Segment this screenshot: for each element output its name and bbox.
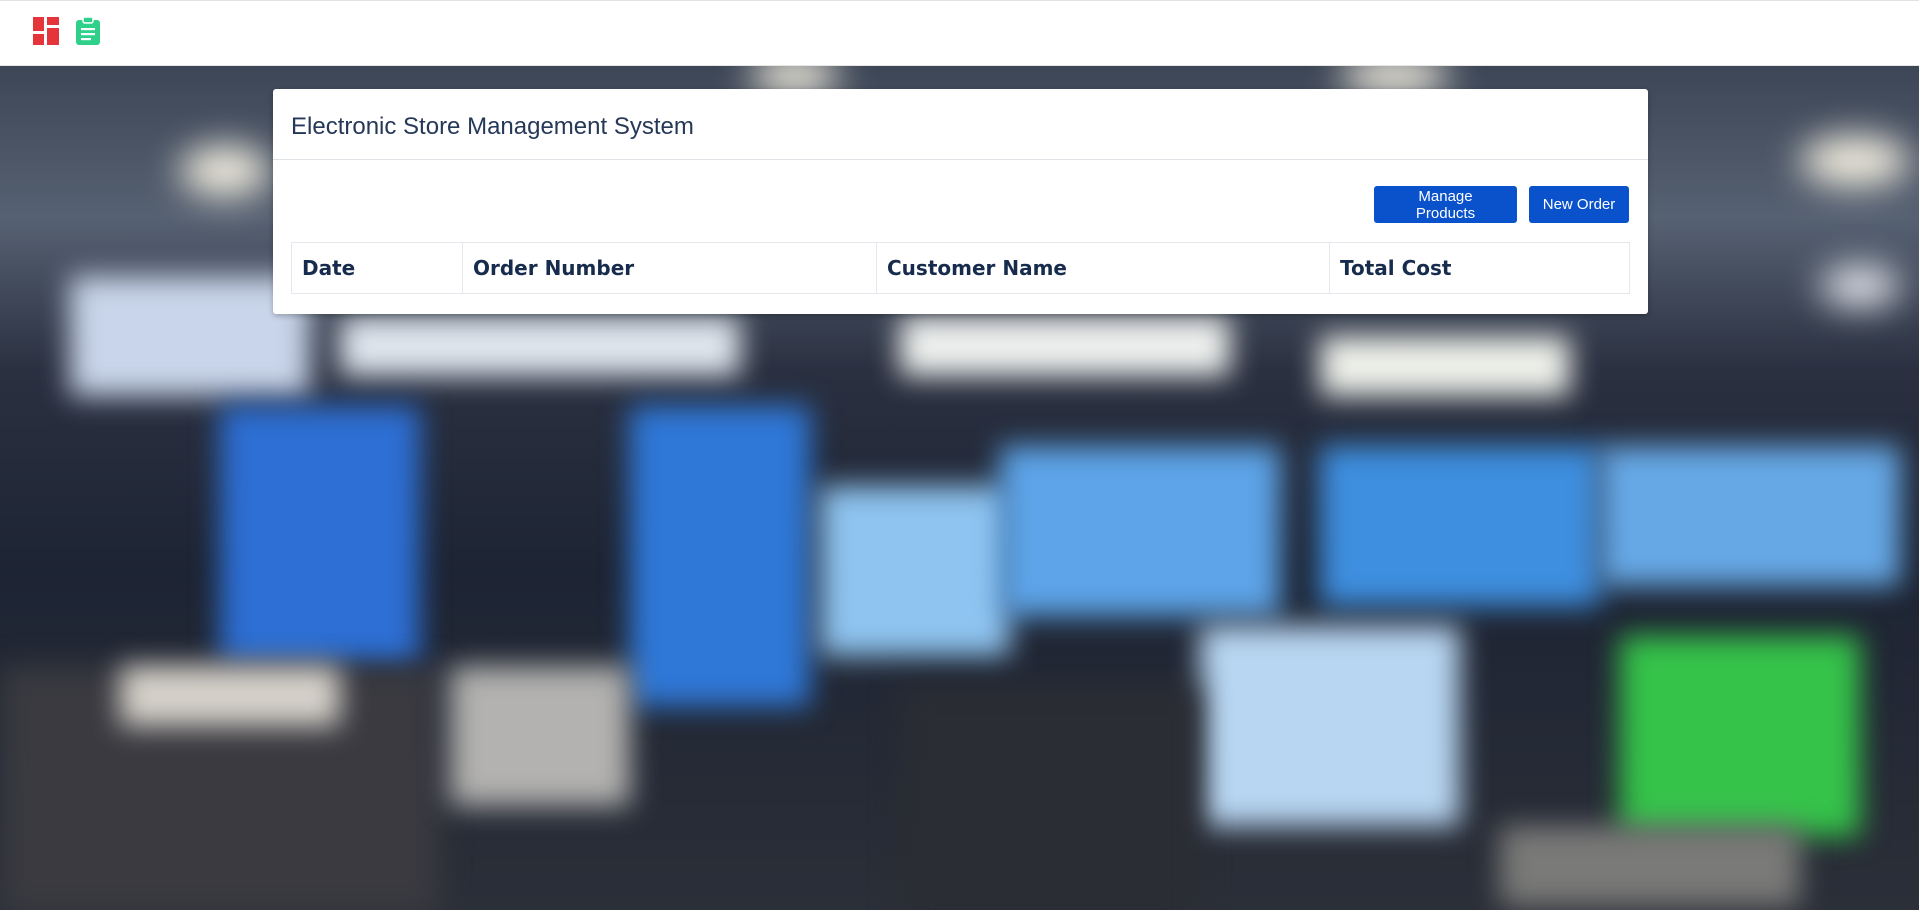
table-header-row: Date Order Number Customer Name Total Co…	[291, 242, 1630, 294]
manage-products-button[interactable]: Manage Products	[1374, 186, 1517, 223]
column-header-date[interactable]: Date	[291, 242, 463, 294]
orders-card: Electronic Store Management System Manag…	[273, 89, 1648, 314]
column-header-customer-name[interactable]: Customer Name	[876, 242, 1330, 294]
dashboard-icon[interactable]	[33, 17, 59, 45]
new-order-button[interactable]: New Order	[1529, 186, 1629, 223]
card-header: Electronic Store Management System	[273, 89, 1648, 160]
orders-table: Date Order Number Customer Name Total Co…	[291, 242, 1630, 294]
clipboard-icon[interactable]	[75, 16, 101, 45]
column-header-order-number[interactable]: Order Number	[462, 242, 877, 294]
column-header-total-cost[interactable]: Total Cost	[1329, 242, 1630, 294]
page-title: Electronic Store Management System	[291, 113, 694, 140]
top-navbar	[0, 0, 1919, 66]
